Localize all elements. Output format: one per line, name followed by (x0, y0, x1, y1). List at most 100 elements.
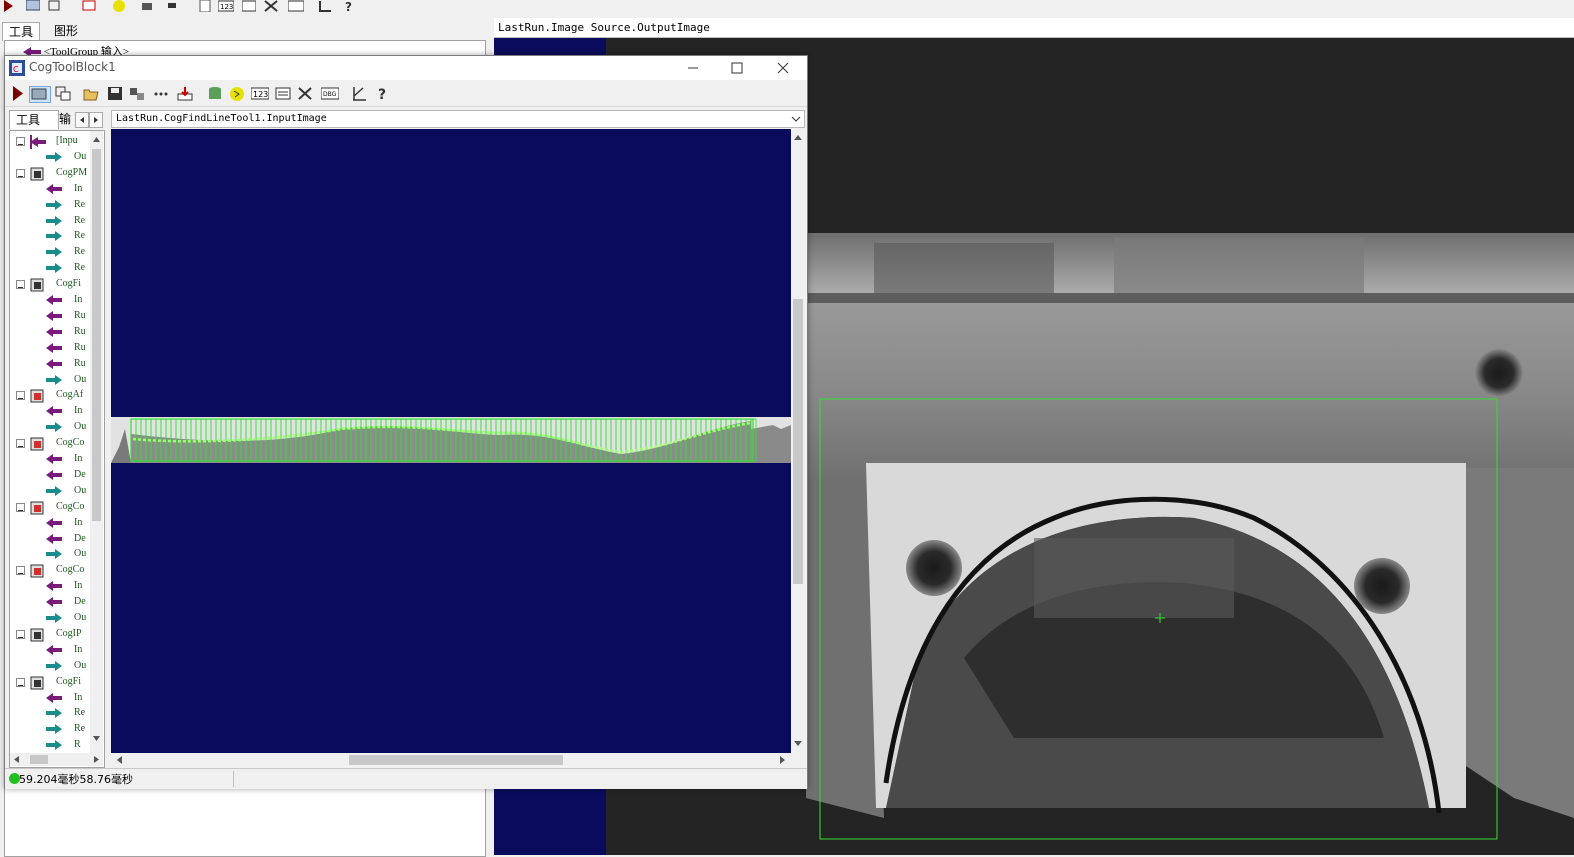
image-vertical-scrollbar[interactable] (791, 129, 805, 753)
close-button[interactable] (761, 56, 805, 80)
tree-terminal[interactable]: Re (10, 705, 90, 721)
debug-icon[interactable] (287, 0, 305, 12)
tree-node[interactable]: CogCo (10, 435, 90, 451)
show-display-icon[interactable] (25, 0, 41, 12)
tree-terminal[interactable]: In (10, 451, 90, 467)
number-icon[interactable]: 123 (217, 0, 235, 12)
expand-collapse-icon[interactable] (16, 168, 25, 178)
floating-display-icon[interactable] (48, 0, 62, 12)
tree-terminal[interactable]: In (10, 515, 90, 531)
minimize-button[interactable] (671, 56, 715, 80)
window-titlebar[interactable]: C CogToolBlock1 (5, 56, 807, 80)
tree-item-label: Ru (74, 309, 86, 321)
tree-terminal[interactable]: Ru (10, 308, 90, 324)
tree-terminal[interactable]: In (10, 292, 90, 308)
tree-terminal[interactable]: Re (10, 721, 90, 737)
tree-terminal[interactable]: Ru (10, 356, 90, 372)
tree-terminal[interactable]: Ou (10, 372, 90, 388)
tree-terminal[interactable]: Re (10, 228, 90, 244)
list-icon[interactable] (275, 86, 291, 101)
tree-node[interactable]: CogIP (10, 626, 90, 642)
measure-icon[interactable] (351, 86, 367, 101)
copy-region-tool-icon (30, 564, 48, 578)
import-icon[interactable] (177, 86, 193, 101)
tool-icon[interactable] (129, 86, 145, 101)
expand-collapse-icon[interactable] (16, 677, 25, 687)
dots-icon[interactable] (153, 86, 169, 101)
settings-icon[interactable] (264, 0, 278, 12)
number-icon[interactable]: 123 (250, 86, 270, 101)
tree-horizontal-scrollbar[interactable] (10, 753, 103, 766)
image-display-selector[interactable]: LastRun.CogFindLineTool1.InputImage (111, 110, 805, 128)
tree-terminal[interactable]: Re (10, 213, 90, 229)
settings-icon[interactable] (297, 86, 313, 101)
save-icon[interactable] (107, 86, 123, 101)
tab-scroll-right-button[interactable] (89, 112, 103, 128)
tree-terminal[interactable]: De (10, 467, 90, 483)
copy-region-tool-icon (30, 437, 48, 451)
measure-icon[interactable] (318, 0, 332, 12)
tree-terminal[interactable]: Ou (10, 546, 90, 562)
tree-terminal[interactable]: In (10, 181, 90, 197)
help-icon[interactable]: ? (375, 86, 391, 103)
tree-node[interactable]: CogCo (10, 562, 90, 578)
tree-item-label: Ru (74, 357, 86, 369)
tab-graphics[interactable]: 图形 (48, 22, 84, 40)
tree-terminal[interactable]: In (10, 578, 90, 594)
tree-node[interactable]: CogAf (10, 387, 90, 403)
tree-terminal[interactable]: Re (10, 244, 90, 260)
reset-icon[interactable] (82, 0, 96, 12)
expand-collapse-icon[interactable] (16, 439, 25, 449)
tree-terminal[interactable]: In (10, 690, 90, 706)
tree-terminal[interactable]: Ou (10, 419, 90, 435)
tree-vertical-scrollbar[interactable] (90, 131, 103, 753)
floating-display-icon[interactable] (55, 86, 71, 101)
expand-collapse-icon[interactable] (16, 137, 25, 146)
tree-terminal[interactable]: De (10, 594, 90, 610)
list-icon[interactable] (241, 0, 257, 12)
expand-collapse-icon[interactable] (16, 391, 25, 401)
run-icon[interactable] (11, 86, 27, 101)
tab-tools[interactable]: 工具 (2, 22, 41, 41)
tree-terminal[interactable]: Ru (10, 324, 90, 340)
tree-terminal[interactable]: Re (10, 260, 90, 276)
show-display-icon[interactable] (29, 86, 51, 103)
input-arrow-icon (46, 342, 64, 354)
tree-node[interactable]: CogFi (10, 276, 90, 292)
tree-node[interactable]: CogCo (10, 499, 90, 515)
database-icon[interactable] (207, 86, 223, 101)
tool-icon[interactable] (140, 0, 154, 12)
open-folder-icon[interactable] (83, 86, 99, 101)
tree-node[interactable]: CogPM (10, 165, 90, 181)
live-icon[interactable] (229, 86, 245, 101)
debug-icon[interactable]: DBG (320, 86, 340, 101)
image-horizontal-scrollbar[interactable] (111, 753, 791, 767)
tree-terminal[interactable]: Ou (10, 658, 90, 674)
tree-terminal[interactable]: Ru (10, 340, 90, 356)
tree-terminal[interactable]: Re (10, 197, 90, 213)
run-icon[interactable] (2, 0, 16, 12)
terminal-icon[interactable] (166, 0, 180, 12)
edit-icon[interactable] (198, 0, 212, 13)
tree-node[interactable]: [Inpu (10, 133, 90, 149)
input-arrow-icon (46, 692, 64, 704)
maximize-button[interactable] (715, 56, 759, 80)
tree-terminal[interactable]: In (10, 403, 90, 419)
live-icon[interactable] (112, 0, 126, 12)
tree-terminal[interactable]: In (10, 642, 90, 658)
expand-collapse-icon[interactable] (16, 629, 25, 639)
tree-node[interactable]: CogFi (10, 674, 90, 690)
tab-scroll-left-button[interactable] (75, 112, 89, 128)
tree-terminal[interactable]: Ou (10, 483, 90, 499)
tree-terminal[interactable]: R (10, 737, 90, 753)
image-display[interactable] (111, 129, 791, 753)
tree-terminal[interactable]: De (10, 531, 90, 547)
expand-collapse-icon[interactable] (16, 280, 25, 290)
expand-collapse-icon[interactable] (16, 566, 25, 576)
tab-tools[interactable]: 工具 (9, 110, 59, 129)
tab-input[interactable]: 输 (59, 110, 71, 128)
tree-terminal[interactable]: Ou (10, 149, 90, 165)
help-icon[interactable]: ? (342, 0, 356, 14)
tree-terminal[interactable]: Ou (10, 610, 90, 626)
expand-collapse-icon[interactable] (16, 502, 25, 512)
